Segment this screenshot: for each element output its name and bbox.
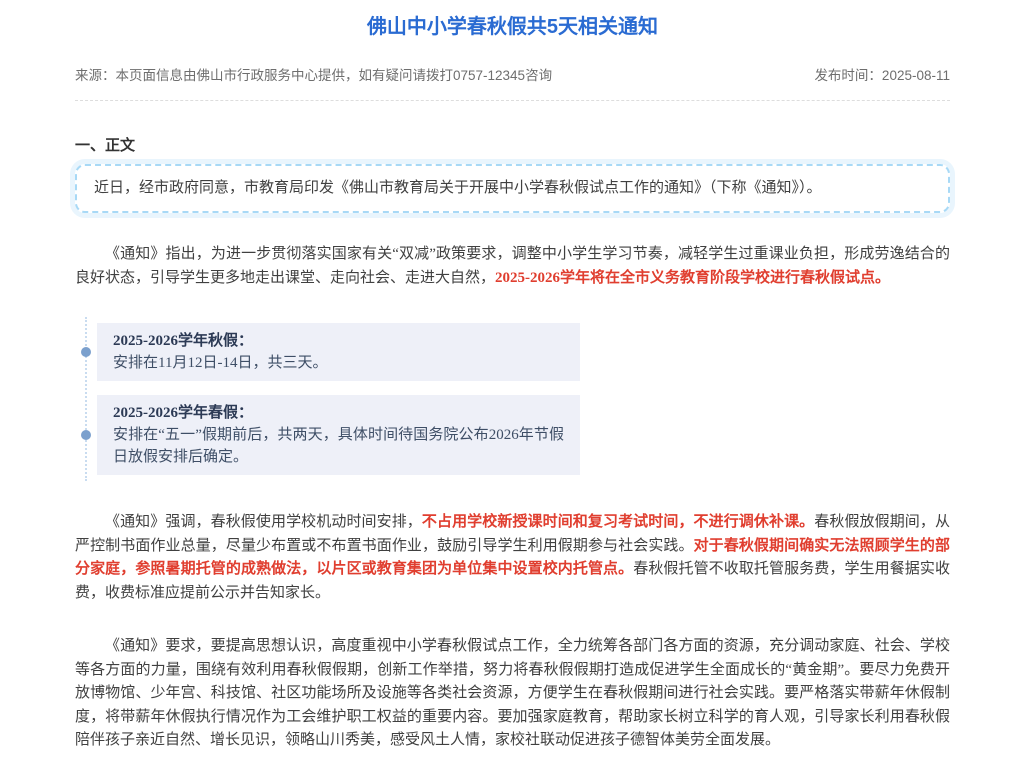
paragraph-rules-highlight1: 不占用学校新授课时间和复习考试时间，不进行调休补课。	[422, 514, 814, 530]
source-text: 来源：本页面信息由佛山市行政服务中心提供，如有疑问请拨打0757-12345咨询	[75, 67, 552, 85]
timeline-card-title: 2025-2026学年春假：	[113, 402, 564, 424]
timeline-dot-icon	[81, 430, 91, 440]
meta-row: 来源：本页面信息由佛山市行政服务中心提供，如有疑问请拨打0757-12345咨询…	[75, 67, 950, 101]
timeline-card-autumn: 2025-2026学年秋假： 安排在11月12日-14日，共三天。	[97, 323, 580, 381]
notice-page: 佛山中小学春秋假共5天相关通知 来源：本页面信息由佛山市行政服务中心提供，如有疑…	[0, 0, 1024, 767]
timeline-dotted-line	[85, 317, 87, 481]
section-heading: 一、正文	[75, 134, 950, 155]
paragraph-rules: 《通知》强调，春秋假使用学校机动时间安排，不占用学校新授课时间和复习考试时间，不…	[75, 511, 950, 605]
page-title: 佛山中小学春秋假共5天相关通知	[75, 14, 950, 40]
paragraph-rules-seg1: 《通知》强调，春秋假使用学校机动时间安排，	[105, 514, 422, 530]
timeline-card-text: 安排在“五一”假期前后，共两天，具体时间待国务院公布2026年节假日放假安排后确…	[113, 424, 564, 468]
timeline-item-spring: 2025-2026学年春假： 安排在“五一”假期前后，共两天，具体时间待国务院公…	[97, 395, 950, 475]
lead-summary-box: 近日，经市政府同意，市教育局印发《佛山市教育局关于开展中小学春秋假试点工作的通知…	[75, 164, 950, 213]
paragraph-intent: 《通知》指出，为进一步贯彻落实国家有关“双减”政策要求，调整中小学生学习节奏，减…	[75, 243, 950, 290]
paragraph-requirements: 《通知》要求，要提高思想认识，高度重视中小学春秋假试点工作，全力统筹各部门各方面…	[75, 635, 950, 753]
timeline-card-text: 安排在11月12日-14日，共三天。	[113, 352, 564, 374]
timeline-card-title: 2025-2026学年秋假：	[113, 330, 564, 352]
timeline-dot-icon	[81, 347, 91, 357]
publish-time-text: 发布时间：2025-08-11	[814, 67, 950, 85]
lead-summary-text: 近日，经市政府同意，市教育局印发《佛山市教育局关于开展中小学春秋假试点工作的通知…	[94, 180, 822, 196]
timeline-item-autumn: 2025-2026学年秋假： 安排在11月12日-14日，共三天。	[97, 323, 950, 381]
holiday-timeline: 2025-2026学年秋假： 安排在11月12日-14日，共三天。 2025-2…	[75, 317, 950, 481]
timeline-card-spring: 2025-2026学年春假： 安排在“五一”假期前后，共两天，具体时间待国务院公…	[97, 395, 580, 475]
paragraph-intent-highlight: 2025-2026学年将在全市义务教育阶段学校进行春秋假试点。	[495, 270, 890, 286]
notice-body: 《通知》指出，为进一步贯彻落实国家有关“双减”政策要求，调整中小学生学习节奏，减…	[75, 243, 950, 753]
